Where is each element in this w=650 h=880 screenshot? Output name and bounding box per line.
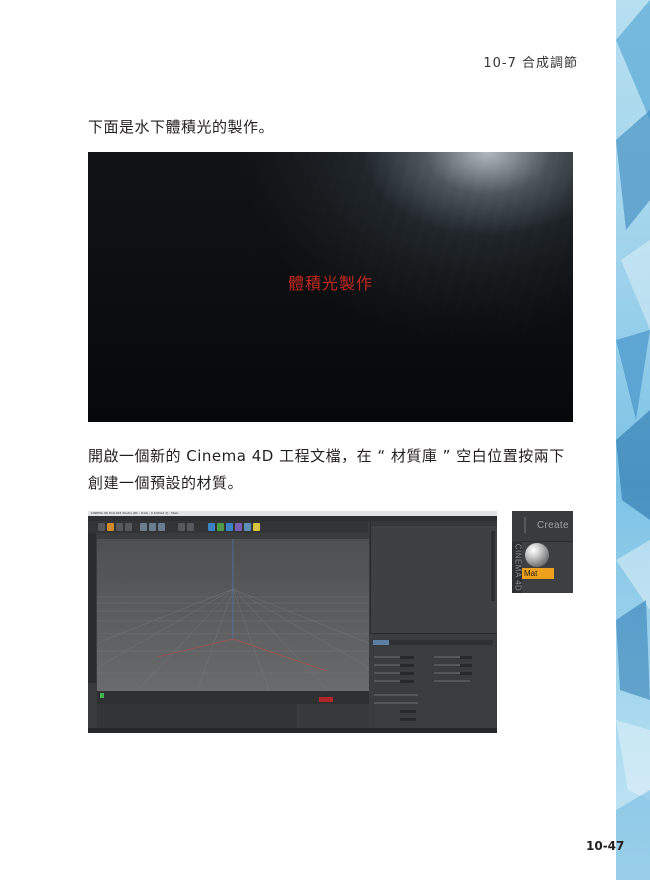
material-preview-sphere	[525, 543, 549, 567]
c4d-attr-field	[400, 718, 416, 721]
c4d-object-manager	[370, 521, 497, 633]
intro-paragraph: 下面是水下體積光的製作。	[88, 118, 275, 136]
c4d-attribute-tab-active	[373, 640, 389, 645]
cinema4d-screenshot: CINEMA 4D R19.024 Studio (RC - R19) - [U…	[88, 511, 497, 733]
c4d-left-toolbar	[88, 533, 96, 683]
volumetric-light-figure: 體積光製作	[88, 152, 573, 422]
toolbar-separator	[524, 517, 526, 533]
c4d-viewport	[97, 539, 369, 691]
material-thumbnail-figure: Create CINEMA 4D Mat	[512, 511, 573, 593]
c4d-undo-button	[98, 523, 105, 531]
material-name-label: Mat	[522, 568, 554, 579]
c4d-deformer-button	[235, 523, 242, 531]
section-header: 10-7 合成調節	[483, 56, 578, 71]
c4d-viewport-grid	[97, 539, 369, 691]
c4d-render-button	[178, 523, 185, 531]
c4d-status-bar	[88, 728, 497, 733]
c4d-attribute-manager	[370, 633, 497, 733]
figure-caption: 體積光製作	[287, 274, 373, 293]
page-number: 10-47	[586, 839, 625, 853]
c4d-scene-button	[244, 523, 251, 531]
c4d-cube-button	[208, 523, 215, 531]
create-menu: Create	[537, 520, 569, 531]
c4d-timeline	[97, 691, 369, 704]
cinema4d-side-label: CINEMA 4D	[513, 543, 523, 592]
c4d-attribute-tabs	[373, 640, 493, 645]
c4d-side-tabs	[491, 531, 495, 601]
c4d-attr-field	[460, 672, 472, 675]
c4d-record-button	[319, 697, 333, 702]
c4d-attr-field	[400, 664, 414, 667]
c4d-material-manager	[97, 704, 297, 728]
decorative-side-strip	[616, 0, 650, 880]
material-side-tab: CINEMA 4D	[512, 541, 522, 593]
c4d-attr-field	[400, 710, 416, 713]
c4d-move-tool	[107, 523, 114, 531]
c4d-axis-x	[140, 523, 147, 531]
material-manager-toolbar: Create	[512, 511, 573, 542]
c4d-axis-z	[158, 523, 165, 531]
c4d-attr-row	[374, 694, 418, 696]
steps-paragraph: 開啟一個新的 Cinema 4D 工程文檔，在 “ 材質庫 ” 空白位置按兩下創…	[88, 447, 565, 492]
c4d-attr-row	[374, 702, 418, 704]
c4d-attr-field	[460, 664, 472, 667]
c4d-nurbs-button	[226, 523, 233, 531]
c4d-play-icon	[100, 693, 104, 698]
c4d-attr-field	[400, 656, 414, 659]
c4d-attr-field	[400, 672, 414, 675]
c4d-light-button	[253, 523, 260, 531]
c4d-attr-field	[400, 680, 414, 683]
c4d-attr-row	[434, 680, 470, 682]
c4d-axis-y	[149, 523, 156, 531]
c4d-spline-button	[217, 523, 224, 531]
c4d-coordinate-manager	[300, 704, 369, 728]
c4d-object-manager-header	[371, 521, 497, 526]
c4d-scale-tool	[116, 523, 123, 531]
c4d-attr-field	[460, 656, 472, 659]
c4d-render-view-button	[187, 523, 194, 531]
c4d-rotate-tool	[125, 523, 132, 531]
